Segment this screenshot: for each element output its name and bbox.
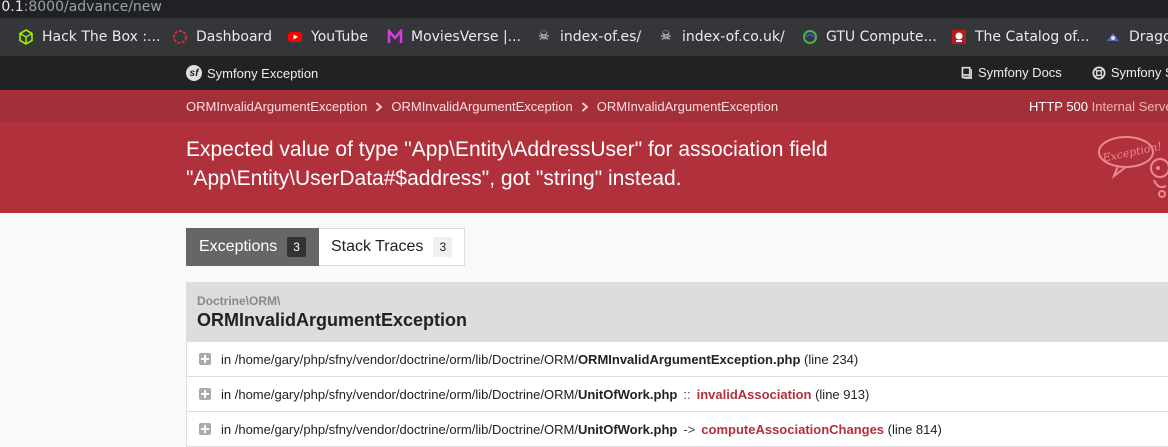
tab-stack-traces[interactable]: Stack Traces 3 <box>318 228 466 266</box>
trace-function[interactable]: computeAssociationChanges <box>701 422 884 437</box>
trace-line: (line 913) <box>815 386 870 402</box>
symfony-logo[interactable]: sf Symfony Exception <box>186 65 318 81</box>
bookmark-youtube[interactable]: YouTube <box>287 18 368 56</box>
exception-namespace: Doctrine\ORM\ <box>197 294 281 308</box>
expand-icon[interactable] <box>199 388 211 400</box>
status-code: HTTP 500 <box>1029 99 1089 114</box>
catalog-icon <box>951 29 967 45</box>
skull-icon: ☠ <box>538 29 550 44</box>
tab-label: Stack Traces <box>330 238 424 255</box>
trace-file[interactable]: UnitOfWork.php <box>578 422 677 437</box>
trace-path: in /home/gary/php/sfny/vendor/doctrine/o… <box>221 386 578 402</box>
trace-file[interactable]: ORMInvalidArgumentException.php <box>578 352 800 367</box>
exception-header: Expected value of type "App\Entity\Addre… <box>0 122 1168 213</box>
bookmark-hackthebox[interactable]: Hack The Box :... <box>18 18 160 56</box>
chevron-right-icon <box>581 101 589 112</box>
dragon-icon <box>1105 29 1121 45</box>
expand-icon[interactable] <box>199 353 211 365</box>
symfony-icon: sf <box>186 65 202 81</box>
trace-path: in /home/gary/php/sfny/vendor/doctrine/o… <box>221 351 578 367</box>
bookmark-label: GTU Compute... <box>826 29 937 45</box>
exception-panel: Doctrine\ORM\ ORMInvalidArgumentExceptio… <box>186 282 1168 447</box>
breadcrumb-item[interactable]: ORMInvalidArgumentException <box>391 99 572 114</box>
trace-file[interactable]: UnitOfWork.php <box>578 387 677 402</box>
symfony-topbar: sf Symfony Exception Symfony Docs Symfon… <box>0 56 1168 90</box>
expand-icon[interactable] <box>199 423 211 435</box>
trace-row[interactable]: in /home/gary/php/sfny/vendor/doctrine/o… <box>186 412 1168 447</box>
bookmark-dragon[interactable]: Drago <box>1105 18 1168 56</box>
http-status: HTTP 500 Internal Serve <box>1029 99 1168 114</box>
bookmark-dashboard[interactable]: Dashboard <box>172 18 272 56</box>
exception-mascot-icon: Exception! <box>1092 132 1168 207</box>
chevron-right-icon <box>375 101 383 112</box>
skull-icon: ☠ <box>660 29 672 44</box>
tab-exceptions[interactable]: Exceptions 3 <box>186 228 319 266</box>
bookmark-gtu[interactable]: GTU Compute... <box>802 18 937 56</box>
gtu-icon <box>802 29 818 45</box>
m-icon <box>387 29 403 45</box>
bookmark-label: YouTube <box>311 29 368 45</box>
bookmark-label: Drago <box>1129 29 1168 45</box>
count-badge: 3 <box>433 237 453 257</box>
bookmark-label: index-of.co.uk/ <box>682 29 785 45</box>
trace-path: in /home/gary/php/sfny/vendor/doctrine/o… <box>221 421 578 437</box>
trace-row[interactable]: in /home/gary/php/sfny/vendor/doctrine/o… <box>186 377 1168 412</box>
bookmarks-bar: Hack The Box :... Dashboard YouTube Movi… <box>0 18 1168 56</box>
breadcrumb-item[interactable]: ORMInvalidArgumentException <box>597 99 778 114</box>
support-label: Symfony S <box>1110 65 1168 80</box>
bookmark-catalog[interactable]: The Catalog of... <box>951 18 1090 56</box>
topbar-title: Symfony Exception <box>207 65 319 81</box>
exception-class: ORMInvalidArgumentException <box>197 310 468 330</box>
youtube-icon <box>287 29 303 45</box>
cube-icon <box>18 29 34 45</box>
trace-line: (line 234) <box>804 351 859 367</box>
lifebuoy-icon <box>1092 65 1106 80</box>
count-badge: 3 <box>287 237 306 257</box>
bookmark-label: Dashboard <box>196 29 272 45</box>
trace-operator: :: <box>683 386 691 402</box>
bookmark-label: Hack The Box :... <box>42 29 161 45</box>
symfony-support-link[interactable]: Symfony S <box>1092 65 1168 80</box>
exception-title: Doctrine\ORM\ ORMInvalidArgumentExceptio… <box>186 282 1168 342</box>
status-text: Internal Serve <box>1091 99 1168 114</box>
trace-operator: -> <box>683 421 696 437</box>
symfony-docs-link[interactable]: Symfony Docs <box>959 65 1062 80</box>
url-path: :8000/advance/new <box>23 0 162 15</box>
address-bar[interactable]: 0.0.1:8000/advance/new <box>0 0 1168 18</box>
bookmark-label: index-of.es/ <box>560 29 642 45</box>
bookmark-index-of-es[interactable]: ☠ index-of.es/ <box>536 18 641 56</box>
trace-row[interactable]: in /home/gary/php/sfny/vendor/doctrine/o… <box>186 342 1168 377</box>
book-icon <box>959 66 973 80</box>
trace-function[interactable]: invalidAssociation <box>697 387 812 402</box>
breadcrumb-item[interactable]: ORMInvalidArgumentException <box>186 99 367 114</box>
bookmark-label: The Catalog of... <box>975 29 1090 45</box>
breadcrumb: ORMInvalidArgumentException ORMInvalidAr… <box>0 90 1168 122</box>
url-host: 0.0.1 <box>0 0 24 15</box>
exception-tabs: Exceptions 3 Stack Traces 3 <box>186 228 466 266</box>
bookmark-moviesverse[interactable]: MoviesVerse |... <box>387 18 521 56</box>
bookmark-index-of-co-uk[interactable]: ☠ index-of.co.uk/ <box>658 18 785 56</box>
trace-line: (line 814) <box>887 421 942 437</box>
docs-label: Symfony Docs <box>978 65 1062 80</box>
bookmark-label: MoviesVerse |... <box>411 29 522 45</box>
exception-message: Expected value of type "App\Entity\Addre… <box>186 138 828 190</box>
tab-label: Exceptions <box>199 238 278 255</box>
circle-icon <box>172 29 188 45</box>
